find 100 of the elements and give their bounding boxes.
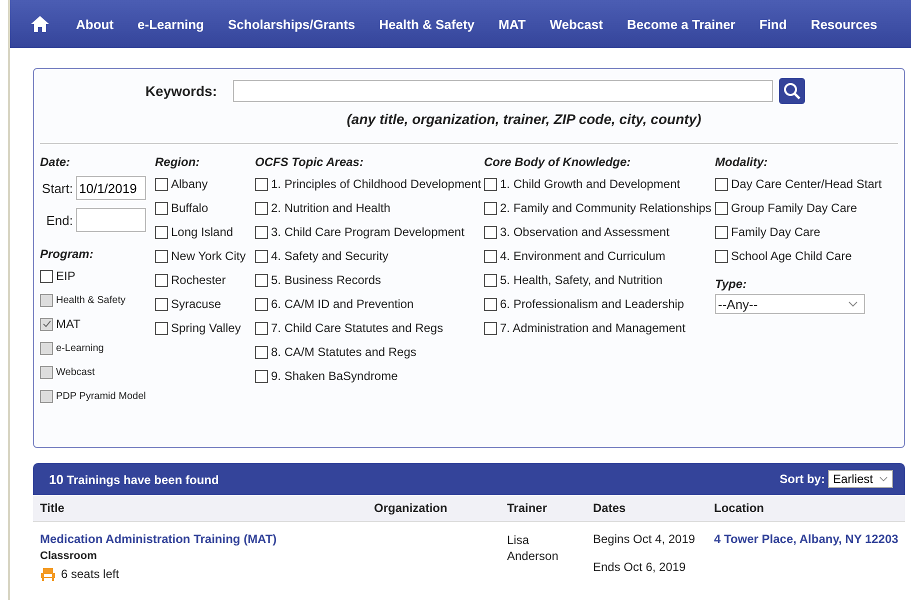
program-heading: Program:: [40, 246, 94, 263]
search-icon: [783, 82, 801, 100]
keywords-hint: (any title, organization, trainer, ZIP code, city, county): [346, 111, 702, 127]
checkbox[interactable]: [255, 202, 268, 214]
option-label: Syracuse: [171, 297, 222, 311]
format-text: Classroom: [40, 550, 98, 562]
option-label: Buffalo: [171, 201, 208, 215]
seat-icon: [40, 567, 56, 581]
option-label: 1. Principles of Childhood Development: [271, 177, 482, 191]
checkbox[interactable]: [155, 178, 168, 190]
option-label: 4. Safety and Security: [271, 249, 388, 263]
keywords-label: Keywords:: [144, 83, 218, 99]
checkbox[interactable]: [484, 298, 497, 310]
checkbox[interactable]: [255, 226, 268, 238]
type-dropdown[interactable]: --Any--: [715, 294, 865, 314]
option-label: New York City: [171, 249, 246, 263]
topics-heading: OCFS Topic Areas:: [255, 154, 364, 171]
results-count: 10 Trainings have been found: [49, 472, 219, 486]
option-label: 6. Professionalism and Leadership: [500, 297, 684, 311]
nav-link[interactable]: Health & Safety: [367, 16, 487, 32]
option-label: Spring Valley: [171, 321, 241, 335]
checkbox[interactable]: [40, 270, 53, 282]
sort-dropdown[interactable]: Earliest: [828, 470, 893, 488]
option-label: Group Family Day Care: [731, 201, 858, 215]
option-label: PDP Pyramid Model: [56, 390, 146, 402]
checkbox[interactable]: [484, 250, 497, 262]
location-link[interactable]: 4 Tower Place, Albany, NY 12203: [714, 532, 898, 546]
end-label: End:: [45, 212, 73, 228]
end-date-field[interactable]: [76, 208, 146, 232]
checkbox[interactable]: [255, 274, 268, 286]
chevron-icon: [879, 476, 888, 482]
checkbox[interactable]: [155, 322, 168, 334]
nav-link[interactable]: MAT: [486, 16, 538, 32]
option-label: EIP: [56, 269, 76, 283]
column-header: Trainer: [507, 501, 548, 515]
column-header: Title: [40, 501, 66, 515]
checkbox[interactable]: [155, 298, 168, 310]
checkbox[interactable]: [255, 346, 268, 358]
sort-label: Sort by:: [780, 472, 825, 486]
checkbox[interactable]: [484, 202, 497, 214]
date-heading: Date:: [40, 154, 72, 171]
checkbox[interactable]: [155, 226, 168, 238]
nav-link[interactable]: Scholarships/Grants: [216, 16, 368, 32]
option-label: Albany: [171, 177, 208, 191]
option-label: Webcast: [56, 366, 95, 378]
nav-link[interactable]: Resources: [798, 16, 890, 32]
checkbox[interactable]: [155, 202, 168, 214]
checkbox[interactable]: [715, 178, 728, 190]
option-label: 9. Shaken BaSyndrome: [271, 369, 398, 383]
checkbox[interactable]: [255, 322, 268, 334]
nav-link[interactable]: Find: [747, 16, 799, 32]
nav-link[interactable]: About: [64, 16, 126, 32]
checkbox[interactable]: [484, 274, 497, 286]
column-header: Location: [714, 501, 765, 515]
end-date: Ends Oct 6, 2019: [593, 560, 687, 574]
seats-text: 6 seats left: [61, 567, 120, 581]
option-label: School Age Child Care: [731, 249, 852, 263]
checkbox[interactable]: [255, 250, 268, 262]
option-label: 1. Child Growth and Development: [500, 177, 680, 191]
option-label: 4. Environment and Curriculum: [500, 249, 666, 263]
option-label: 6. CA/M ID and Prevention: [271, 297, 414, 311]
option-label: Family Day Care: [731, 225, 820, 239]
option-label: MAT: [56, 317, 80, 331]
checkbox[interactable]: [484, 322, 497, 334]
checkbox[interactable]: [255, 178, 268, 190]
option-label: 5. Business Records: [271, 273, 382, 287]
begin-date: Begins Oct 4, 2019: [593, 532, 696, 546]
start-date-field[interactable]: 10/1/2019: [76, 176, 146, 200]
search-button[interactable]: [779, 78, 805, 104]
home-icon[interactable]: [30, 15, 50, 33]
column-header: Organization: [374, 501, 448, 515]
option-label: e-Learning: [56, 342, 104, 354]
nav-link[interactable]: e-Learning: [126, 16, 216, 32]
chevron-icon: [848, 301, 858, 307]
region-heading: Region:: [155, 154, 201, 171]
modality-heading: Modality:: [715, 154, 769, 171]
option-label: 5. Health, Safety, and Nutrition: [500, 273, 663, 287]
training-link[interactable]: Medication Administration Training (MAT): [40, 532, 277, 546]
option-label: Health & Safety: [56, 294, 126, 306]
option-label: 8. CA/M Statutes and Regs: [271, 345, 416, 359]
checkbox[interactable]: [484, 178, 497, 190]
checkbox[interactable]: [155, 250, 168, 262]
checkbox[interactable]: [255, 298, 268, 310]
option-label: Day Care Center/Head Start: [731, 177, 882, 191]
checkbox[interactable]: [484, 226, 497, 238]
option-label: 2. Family and Community Relationships: [500, 201, 712, 215]
trainer-name: Lisa Anderson: [507, 532, 560, 564]
start-label: Start:: [40, 180, 73, 196]
checkbox[interactable]: [255, 370, 268, 382]
checkbox[interactable]: [155, 274, 168, 286]
option-label: Rochester: [171, 273, 226, 287]
keywords-field[interactable]: [233, 80, 773, 102]
checkbox[interactable]: [715, 202, 728, 214]
nav-link[interactable]: Webcast: [538, 16, 615, 32]
nav-link[interactable]: Become a Trainer: [614, 16, 748, 32]
option-label: 7. Child Care Statutes and Regs: [271, 321, 444, 335]
checkbox[interactable]: [715, 250, 728, 262]
option-label: 3. Observation and Assessment: [500, 225, 670, 239]
type-heading: Type:: [715, 276, 748, 293]
checkbox[interactable]: [715, 226, 728, 238]
